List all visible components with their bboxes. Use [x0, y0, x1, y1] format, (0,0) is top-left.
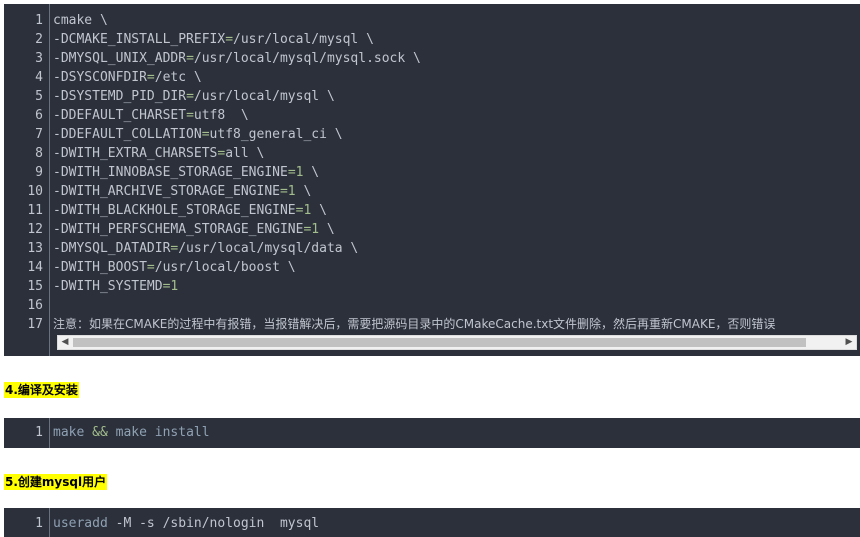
command-token: make install: [115, 425, 210, 440]
assign-token: =: [225, 32, 234, 47]
line-number: 8: [35, 146, 43, 161]
code-block-cmake: 1 2 3 4 5 6 7 8 9 10 11 12 13 14 15 16 17 cmake \ -DCMAKE…: [4, 4, 860, 356]
line-number: 1: [35, 516, 43, 531]
line-number: 11: [27, 203, 43, 218]
assign-token: =1: [162, 279, 179, 294]
code-line: 注意：如果在CMAKE的过程中有报错，当报错解决后，需要把源码目录中的CMake…: [53, 315, 860, 334]
code-value: utf8_general_ci \: [209, 127, 343, 142]
assign-token: =: [186, 108, 194, 123]
code-line: -DDEFAULT_CHARSET=utf8 \: [53, 106, 860, 125]
code-option: -DDEFAULT_CHARSET: [53, 108, 187, 123]
line-number: 3: [35, 51, 43, 66]
line-number: 10: [27, 184, 43, 199]
assign-token: =1: [303, 222, 320, 237]
code-line: -DMYSQL_UNIX_ADDR=/usr/local/mysql/mysql…: [53, 49, 860, 68]
code-line: -DWITH_EXTRA_CHARSETS=all \: [53, 144, 860, 163]
assign-token: =1: [295, 203, 312, 218]
line-number: 9: [35, 165, 43, 180]
section-heading-compile-install: 4.编译及安装: [4, 382, 79, 398]
code-line: -DCMAKE_INSTALL_PREFIX=/usr/local/mysql …: [53, 30, 860, 49]
code-option: 注意：如果在CMAKE的过程中有报错，当报错解决后，需要把源码目录中的CMake…: [53, 317, 776, 331]
assign-token: =: [146, 70, 155, 85]
line-number: 4: [35, 70, 43, 85]
code-value: /usr/local/boost \: [154, 260, 296, 275]
assign-token: =: [201, 127, 210, 142]
code-value: /usr/local/mysql/mysql.sock \: [193, 51, 421, 66]
line-number-gutter: 1: [4, 508, 50, 537]
code-value: /etc \: [154, 70, 202, 85]
code-value: all \: [225, 146, 265, 161]
code-option: -DSYSCONFDIR: [53, 70, 147, 85]
code-value: \: [295, 184, 312, 199]
line-number: 17: [27, 317, 43, 332]
code-value: utf8 \: [193, 108, 249, 123]
code-option: -DWITH_INNOBASE_STORAGE_ENGINE: [53, 165, 288, 180]
line-number: 14: [27, 260, 43, 275]
code-line: cmake \: [53, 11, 860, 30]
code-block-useradd: 1 useradd -M -s /sbin/nologin mysql: [4, 508, 860, 537]
code-option: -DWITH_BLACKHOLE_STORAGE_ENGINE: [53, 203, 296, 218]
code-line: -DWITH_PERFSCHEMA_STORAGE_ENGINE=1 \: [53, 220, 860, 239]
code-content: useradd -M -s /sbin/nologin mysql: [53, 514, 860, 533]
code-content: make && make install: [53, 423, 860, 442]
code-option: -DWITH_ARCHIVE_STORAGE_ENGINE: [53, 184, 280, 199]
code-option: -DWITH_SYSTEMD: [53, 279, 163, 294]
command-token: make: [53, 425, 85, 440]
command-args: -M -s /sbin/nologin mysql: [107, 516, 320, 531]
line-number: 1: [35, 13, 43, 28]
code-value: \: [319, 222, 335, 237]
code-line: -DWITH_BOOST=/usr/local/boost \: [53, 258, 860, 277]
line-number: 12: [27, 222, 43, 237]
code-value: \: [303, 165, 320, 180]
line-number: 13: [27, 241, 43, 256]
code-value: /usr/local/mysql \: [193, 89, 335, 104]
code-value: /usr/local/mysql/data \: [178, 241, 359, 256]
code-block-make: 1 make && make install: [4, 418, 860, 448]
assign-token: =: [186, 51, 194, 66]
line-number: 15: [27, 279, 43, 294]
scroll-right-arrow-icon[interactable]: ▶: [842, 336, 856, 349]
assign-token: =: [146, 260, 155, 275]
line-number-gutter: 1: [4, 418, 50, 448]
code-content: cmake \ -DCMAKE_INSTALL_PREFIX=/usr/local…: [53, 4, 860, 334]
code-line: useradd -M -s /sbin/nologin mysql: [53, 514, 860, 533]
line-number: 16: [27, 298, 43, 313]
code-option: cmake \: [53, 13, 108, 28]
code-option: -DWITH_BOOST: [53, 260, 147, 275]
code-option: -DMYSQL_UNIX_ADDR: [53, 51, 187, 66]
code-option: -DDEFAULT_COLLATION: [53, 127, 202, 142]
code-option: -DWITH_EXTRA_CHARSETS: [53, 146, 218, 161]
section-heading-create-user: 5.创建mysql用户: [4, 474, 108, 490]
command-token: useradd: [53, 516, 108, 531]
scrollbar-thumb[interactable]: [73, 338, 806, 347]
operator-token: &&: [92, 425, 108, 440]
assign-token: =1: [287, 165, 304, 180]
line-number: 6: [35, 108, 43, 123]
code-option: -DCMAKE_INSTALL_PREFIX: [53, 32, 226, 47]
assign-token: =: [186, 89, 194, 104]
code-option: -DSYSTEMD_PID_DIR: [53, 89, 187, 104]
line-number: 2: [35, 32, 43, 47]
code-line: -DWITH_INNOBASE_STORAGE_ENGINE=1 \: [53, 163, 860, 182]
code-value: /usr/local/mysql \: [233, 32, 374, 47]
horizontal-scrollbar[interactable]: ◀ ▶: [57, 335, 857, 350]
scroll-left-arrow-icon[interactable]: ◀: [58, 336, 72, 349]
code-line: -DWITH_SYSTEMD=1: [53, 277, 860, 296]
code-value: \: [311, 203, 327, 218]
line-number: 5: [35, 89, 43, 104]
line-number-gutter: 1 2 3 4 5 6 7 8 9 10 11 12 13 14 15 16 17: [4, 4, 50, 356]
code-line: -DSYSTEMD_PID_DIR=/usr/local/mysql \: [53, 87, 860, 106]
code-line: -DMYSQL_DATADIR=/usr/local/mysql/data \: [53, 239, 860, 258]
code-option: -DWITH_PERFSCHEMA_STORAGE_ENGINE: [53, 222, 304, 237]
code-line: -DDEFAULT_COLLATION=utf8_general_ci \: [53, 125, 860, 144]
line-number: 1: [35, 425, 43, 440]
code-line: -DWITH_ARCHIVE_STORAGE_ENGINE=1 \: [53, 182, 860, 201]
code-line: make && make install: [53, 423, 860, 442]
line-number: 7: [35, 127, 43, 142]
assign-token: =1: [279, 184, 296, 199]
code-option: -DMYSQL_DATADIR: [53, 241, 171, 256]
code-line: -DWITH_BLACKHOLE_STORAGE_ENGINE=1 \: [53, 201, 860, 220]
code-line: -DSYSCONFDIR=/etc \: [53, 68, 860, 87]
